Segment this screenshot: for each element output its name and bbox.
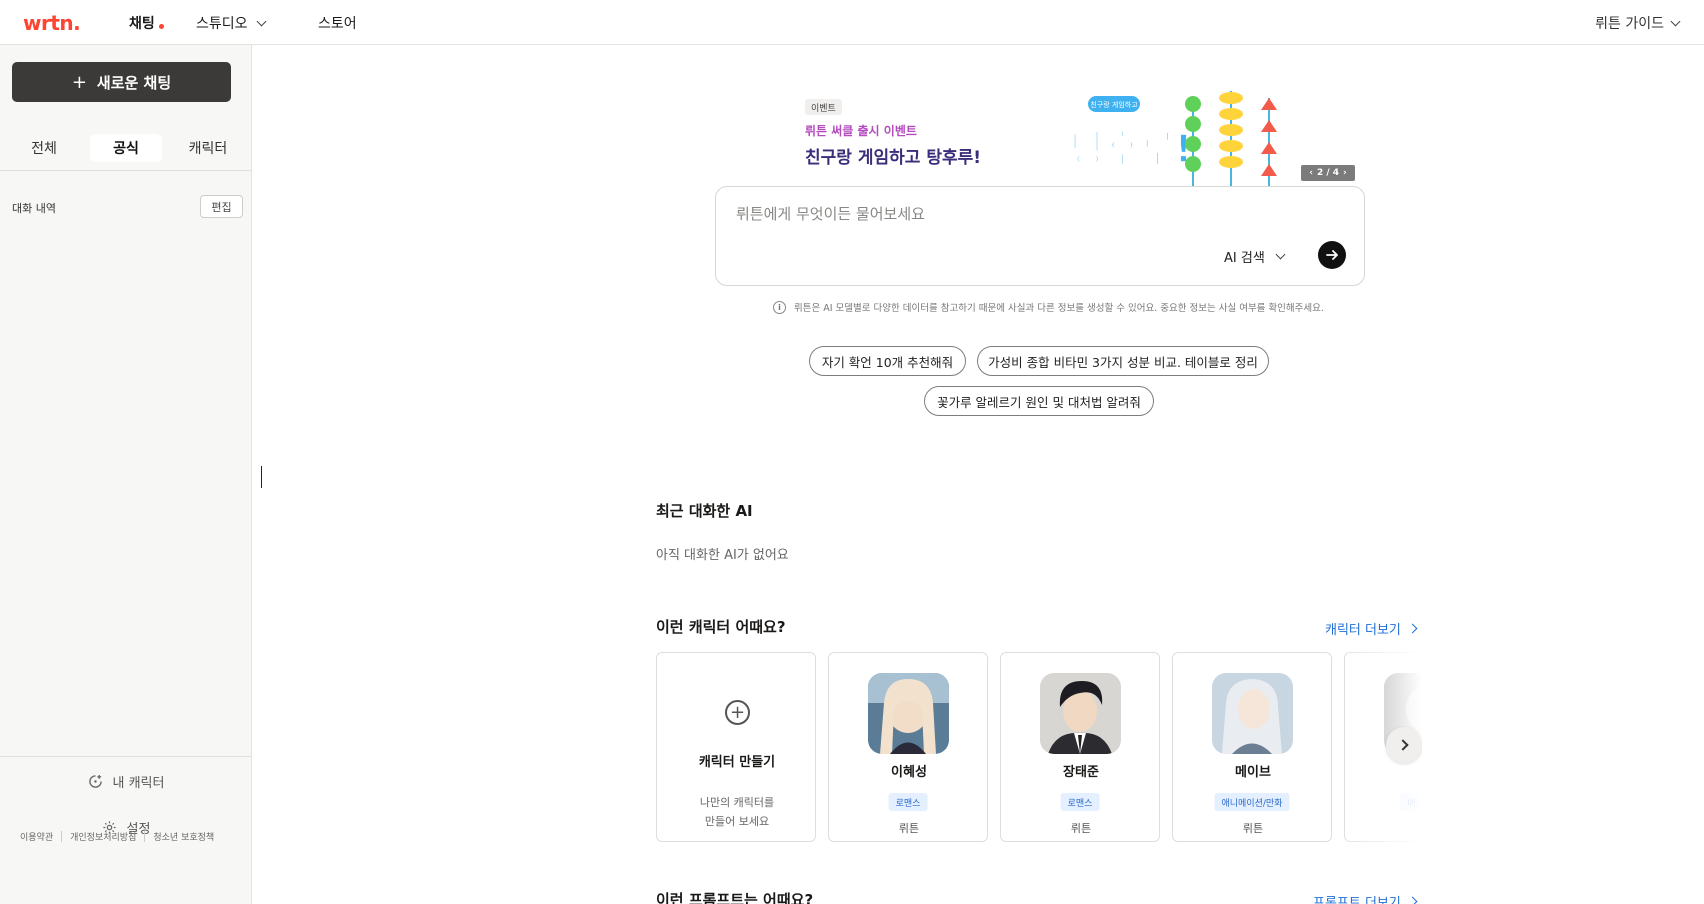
tab-official[interactable]: 공식 <box>90 134 162 162</box>
banner-pager[interactable]: ‹ 2 / 4 › <box>1301 165 1355 181</box>
character-name: 서 <box>1345 761 1422 780</box>
chat-history-label: 대화 내역 <box>12 202 56 215</box>
character-card[interactable]: 장태준 로맨스 뤼튼 <box>1000 652 1160 842</box>
new-chat-button[interactable]: + 새로운 채팅 <box>12 62 231 102</box>
creator-name: 뤼튼 <box>1070 822 1092 835</box>
privacy-link[interactable]: 개인정보처리방침 <box>70 830 136 843</box>
chevron-right-icon <box>1396 739 1409 751</box>
pager-prev-icon: ‹ <box>1309 168 1313 178</box>
ai-mode-label: AI 검색 <box>1224 251 1265 266</box>
more-characters-label: 캐릭터 더보기 <box>1325 623 1401 638</box>
character-card[interactable]: 이혜성 로맨스 뤼튼 <box>828 652 988 842</box>
banner-subtitle: 뤼튼 써클 출시 이벤트 <box>805 124 917 138</box>
top-navigation-bar: wrtn. 채팅 스튜디오 스토어 뤼튼 가이드 <box>0 0 1704 45</box>
search-input[interactable] <box>736 205 1336 223</box>
art-headline-text: 탕후루! <box>1070 127 1192 171</box>
pager-next-icon: › <box>1343 168 1347 178</box>
character-name: 장태준 <box>1063 765 1099 780</box>
ai-mode-select[interactable]: AI 검색 <box>1224 247 1286 266</box>
art-bubble-text: 친구랑 게임하고 <box>1090 100 1138 109</box>
genre-badge: 로맨스 <box>1060 793 1100 811</box>
nav-studio-label: 스튜디오 <box>196 16 248 32</box>
suggestion-chip[interactable]: 가성비 종합 비타민 3가지 성분 비교. 테이블로 정리 <box>977 346 1269 376</box>
footer-links: 이용약관 개인정보처리방침 청소년 보호정책 <box>20 830 214 843</box>
carousel-next-button[interactable] <box>1386 727 1422 763</box>
genre-badge: 애니메이션/만화 <box>1214 793 1290 811</box>
plus-circle-icon: + <box>725 700 750 725</box>
new-chat-label: 새로운 채팅 <box>96 73 172 92</box>
active-dot-icon <box>158 23 164 29</box>
genre-badge: 로맨스 <box>888 793 928 811</box>
more-prompts-link[interactable]: 프롬프트 더보기 <box>1313 892 1418 904</box>
character-name: 메이브 <box>1235 765 1271 780</box>
event-banner[interactable]: 이벤트 뤼튼 써클 출시 이벤트 친구랑 게임하고 탕후루! 친구랑 게임하고 … <box>800 86 1355 186</box>
create-character-desc: 나만의 캐릭터를 만들어 보세요 <box>699 796 775 828</box>
character-avatar <box>868 673 949 754</box>
event-tag: 이벤트 <box>805 99 842 115</box>
arrow-right-icon <box>1326 250 1338 260</box>
nav-store[interactable]: 스토어 <box>318 13 357 33</box>
chevron-down-icon <box>1275 249 1286 260</box>
edit-history-button[interactable]: 편집 <box>200 195 243 218</box>
banner-title: 친구랑 게임하고 탕후루! <box>805 148 981 168</box>
search-box: AI 검색 <box>715 186 1365 286</box>
character-carousel: + 캐릭터 만들기 나만의 캐릭터를 만들어 보세요 이혜성 로맨스 뤼튼 장태… <box>656 652 1422 842</box>
more-characters-link[interactable]: 캐릭터 더보기 <box>1325 619 1418 638</box>
my-character-label: 내 캐릭터 <box>112 776 165 791</box>
creator-name: 뤼 <box>1345 820 1422 836</box>
info-icon: i <box>773 300 786 314</box>
divider <box>61 831 63 842</box>
more-prompts-label: 프롬프트 더보기 <box>1313 896 1401 904</box>
character-avatar <box>1040 673 1121 754</box>
pager-text: 2 / 4 <box>1316 168 1340 178</box>
terms-link[interactable]: 이용약관 <box>20 830 53 843</box>
text-cursor <box>261 466 262 488</box>
create-character-title: 캐릭터 만들기 <box>698 755 776 770</box>
divider <box>144 831 146 842</box>
sidebar-tabs: 전체 공식 캐릭터 <box>8 134 244 162</box>
genre-badge: 애니메이 <box>1400 793 1422 811</box>
chevron-down-icon <box>1670 16 1681 26</box>
character-name: 이혜성 <box>891 765 927 780</box>
guide-dropdown[interactable]: 뤼튼 가이드 <box>1595 13 1681 33</box>
divider <box>0 170 252 171</box>
chevron-down-icon <box>256 16 266 26</box>
nav-chat-label: 채팅 <box>129 16 155 32</box>
wrtn-logo[interactable]: wrtn. <box>23 11 81 35</box>
guide-label: 뤼튼 가이드 <box>1595 16 1664 32</box>
characters-section-title: 이런 캐릭터 어때요? <box>656 618 786 636</box>
character-card[interactable]: 메이브 애니메이션/만화 뤼튼 <box>1172 652 1332 842</box>
youth-policy-link[interactable]: 청소년 보호정책 <box>153 830 214 843</box>
plus-icon: + <box>71 71 87 93</box>
disclaimer-text: 뤼튼은 AI 모델별로 다양한 데이터를 참고하기 때문에 사실과 다른 정보를… <box>794 303 1324 314</box>
tab-character[interactable]: 캐릭터 <box>172 134 244 162</box>
creator-name: 뤼튼 <box>1242 822 1264 835</box>
my-character-link[interactable]: 내 캐릭터 <box>0 772 252 791</box>
sidebar: + 새로운 채팅 전체 공식 캐릭터 대화 내역 편집 내 캐릭터 설정 이용약… <box>0 45 252 904</box>
recent-ai-empty: 아직 대화한 AI가 없어요 <box>656 548 789 563</box>
character-avatar <box>1212 673 1293 754</box>
tanghulu-illustration: 친구랑 게임하고 탕후루! <box>1069 91 1277 186</box>
recent-ai-title: 최근 대화한 AI <box>656 502 753 520</box>
character-sparkle-icon <box>88 774 102 788</box>
nav-chat[interactable]: 채팅 <box>129 13 164 33</box>
suggestion-chip[interactable]: 자기 확언 10개 추천해줘 <box>809 346 966 376</box>
nav-studio[interactable]: 스튜디오 <box>196 13 266 33</box>
nav-store-label: 스토어 <box>318 16 357 32</box>
send-button[interactable] <box>1318 241 1346 269</box>
create-character-card[interactable]: + 캐릭터 만들기 나만의 캐릭터를 만들어 보세요 <box>656 652 816 842</box>
prompts-section-title: 이런 프롬프트는 어때요? <box>656 891 814 904</box>
chevron-right-icon <box>1407 623 1418 634</box>
creator-name: 뤼튼 <box>898 822 920 835</box>
tab-all[interactable]: 전체 <box>8 134 80 162</box>
chevron-right-icon <box>1407 896 1418 904</box>
suggestion-chip[interactable]: 꽃가루 알레르기 원인 및 대처법 알려줘 <box>924 386 1154 416</box>
disclaimer: i 뤼튼은 AI 모델별로 다양한 데이터를 참고하기 때문에 사실과 다른 정… <box>773 300 1324 314</box>
divider <box>0 756 252 757</box>
